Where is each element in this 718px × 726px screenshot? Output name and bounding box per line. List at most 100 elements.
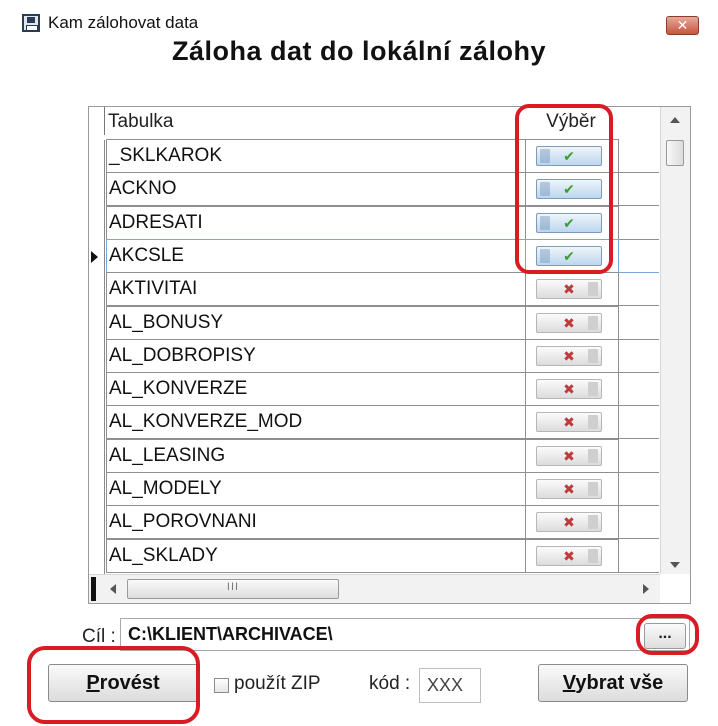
scroll-right-arrow-icon[interactable] (643, 584, 649, 594)
table-row[interactable]: AL_KONVERZE ✖ (89, 372, 659, 408)
vertical-scroll-thumb[interactable] (666, 140, 684, 166)
selection-toggle-off[interactable]: ✖ (536, 379, 602, 400)
close-button[interactable]: ✕ (666, 16, 699, 35)
selection-cell: ✖ (526, 372, 619, 407)
table-name-cell[interactable]: _SKLKAROK (106, 139, 526, 173)
table-row[interactable]: AKTIVITAI ✖ (89, 272, 659, 308)
toggle-knob (588, 382, 598, 397)
cross-icon: ✖ (563, 547, 575, 564)
row-indicator[interactable] (89, 473, 105, 507)
scroll-boundary-marker (91, 577, 96, 601)
table-name-cell[interactable]: AL_LEASING (106, 438, 526, 473)
table-name-cell[interactable]: ACKNO (106, 172, 526, 207)
scroll-up-arrow-icon[interactable] (670, 117, 680, 123)
annotation-highlight-execute (27, 646, 200, 724)
row-indicator[interactable] (89, 406, 105, 441)
row-indicator[interactable] (89, 306, 105, 341)
cross-icon: ✖ (563, 314, 575, 331)
selection-toggle-off[interactable]: ✖ (536, 512, 602, 533)
empty-cell (619, 439, 659, 473)
empty-cell (619, 139, 659, 173)
selection-toggle-off[interactable]: ✖ (536, 545, 602, 566)
selection-cell: ✖ (526, 538, 619, 573)
empty-cell (619, 505, 659, 540)
row-indicator[interactable] (89, 273, 105, 308)
selection-cell: ✖ (526, 338, 619, 373)
row-indicator[interactable] (89, 206, 105, 241)
selection-cell: ✖ (526, 305, 619, 340)
toggle-knob (588, 548, 598, 563)
table-name-cell[interactable]: AL_BONUSY (106, 305, 526, 340)
table-row[interactable]: AL_LEASING ✖ (89, 438, 659, 474)
window-title: Kam zálohovat data (48, 13, 199, 32)
table-row[interactable]: AL_SKLADY ✖ (89, 538, 659, 574)
selection-cell: ✖ (526, 438, 619, 473)
backup-dialog: Kam zálohovat data ✕ Záloha dat do lokál… (0, 0, 718, 726)
empty-cell (619, 239, 659, 273)
toggle-knob (588, 448, 598, 463)
cross-icon: ✖ (563, 281, 575, 298)
vertical-scrollbar[interactable] (660, 107, 690, 574)
row-indicator[interactable] (89, 439, 105, 474)
cross-icon: ✖ (563, 481, 575, 497)
target-path-field[interactable]: C:\KLIENT\ARCHIVACE\ (120, 618, 690, 651)
table-name-cell[interactable]: AL_MODELY (106, 472, 526, 506)
title-bar: Kam zálohovat data ✕ (0, 0, 718, 36)
select-all-button-label: Vybrat vše (562, 672, 664, 694)
table-row[interactable]: AL_POROVNANI ✖ (89, 505, 659, 541)
table-name-cell[interactable]: AL_SKLADY (106, 538, 526, 573)
selection-toggle-off[interactable]: ✖ (536, 412, 602, 433)
empty-cell (619, 339, 659, 373)
floppy-disk-icon (22, 14, 40, 32)
row-indicator[interactable] (89, 239, 105, 274)
empty-cell (619, 472, 659, 506)
selection-toggle-off[interactable]: ✖ (536, 479, 602, 499)
horizontal-scroll-thumb[interactable]: III (127, 579, 339, 599)
row-indicator[interactable] (89, 539, 105, 574)
table-row[interactable]: AL_DOBROPISY ✖ (89, 338, 659, 374)
selection-cell: ✖ (526, 472, 619, 506)
annotation-highlight-selection (515, 104, 613, 274)
row-indicator[interactable] (89, 373, 105, 408)
scroll-left-arrow-icon[interactable] (110, 584, 116, 594)
cross-icon: ✖ (563, 414, 575, 431)
row-indicator[interactable] (89, 173, 105, 208)
use-zip-checkbox[interactable] (214, 678, 229, 693)
table-name-cell[interactable]: AL_KONVERZE_MOD (106, 405, 526, 440)
selection-toggle-off[interactable]: ✖ (536, 445, 602, 466)
horizontal-scrollbar[interactable]: III (89, 574, 660, 603)
selection-cell: ✖ (526, 272, 619, 307)
selection-toggle-off[interactable]: ✖ (536, 345, 602, 366)
empty-cell (619, 206, 659, 240)
target-label: Cíl : (82, 626, 116, 647)
toggle-knob (588, 315, 598, 330)
empty-cell (619, 172, 659, 207)
empty-cell (619, 539, 659, 573)
table-name-cell[interactable]: ADRESATI (106, 205, 526, 240)
table-name-cell[interactable]: AL_DOBROPISY (106, 338, 526, 373)
table-name-cell[interactable]: AKCSLE (106, 238, 526, 273)
toggle-knob (588, 282, 598, 297)
table-row[interactable]: AL_BONUSY ✖ (89, 305, 659, 341)
scroll-down-arrow-icon[interactable] (670, 562, 680, 568)
select-all-button[interactable]: Vybrat vše (538, 664, 688, 702)
empty-cell (619, 272, 659, 307)
use-zip-label: použít ZIP (234, 673, 321, 694)
table-name-cell[interactable]: AL_POROVNANI (106, 505, 526, 540)
table-name-cell[interactable]: AL_KONVERZE (106, 372, 526, 407)
cross-icon: ✖ (563, 514, 575, 531)
empty-cell (619, 405, 659, 440)
code-input[interactable]: XXX (419, 668, 481, 703)
selection-toggle-off[interactable]: ✖ (536, 279, 602, 300)
column-header-table[interactable]: Tabulka (106, 107, 526, 135)
header-row-indicator (89, 107, 105, 135)
table-name-cell[interactable]: AKTIVITAI (106, 272, 526, 307)
row-indicator[interactable] (89, 339, 105, 374)
table-row[interactable]: AL_MODELY ✖ (89, 472, 659, 507)
table-row[interactable]: AL_KONVERZE_MOD ✖ (89, 405, 659, 441)
selection-toggle-off[interactable]: ✖ (536, 312, 602, 333)
row-indicator[interactable] (89, 506, 105, 541)
empty-cell (619, 372, 659, 407)
cross-icon: ✖ (563, 447, 575, 464)
row-indicator[interactable] (89, 140, 105, 174)
